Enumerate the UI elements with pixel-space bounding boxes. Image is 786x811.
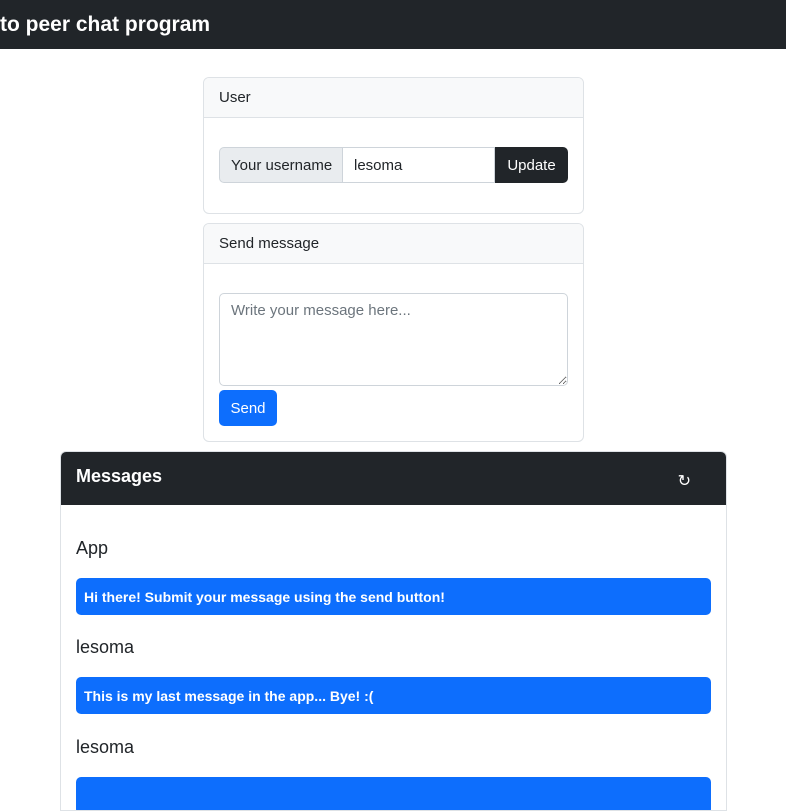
refresh-icon[interactable]: ↻ xyxy=(678,471,691,490)
user-card: User Your username Update xyxy=(203,77,584,214)
update-button[interactable]: Update xyxy=(495,147,568,183)
send-message-header: Send message xyxy=(204,224,583,264)
message-author: lesoma xyxy=(76,637,135,657)
username-input[interactable] xyxy=(342,147,495,183)
username-input-group: Your username Update xyxy=(219,147,568,183)
messages-header: Messages ↻ xyxy=(61,452,726,505)
messages-card: Messages ↻ App Hi there! Submit your mes… xyxy=(60,451,727,811)
username-label: Your username xyxy=(219,147,342,183)
messages-title: Messages xyxy=(76,466,163,486)
message-bubble: Hi there! Submit your message using the … xyxy=(76,578,711,615)
message-textarea[interactable] xyxy=(219,293,568,386)
send-message-card: Send message Send xyxy=(203,223,584,442)
message-bubble xyxy=(76,777,711,810)
message-author: App xyxy=(76,538,109,558)
message-author: lesoma xyxy=(76,737,135,757)
user-card-header: User xyxy=(204,78,583,118)
send-button[interactable]: Send xyxy=(219,390,277,426)
app-title: to peer chat program xyxy=(0,12,211,36)
navbar: to peer chat program xyxy=(0,0,786,49)
message-bubble: This is my last message in the app... By… xyxy=(76,677,711,714)
